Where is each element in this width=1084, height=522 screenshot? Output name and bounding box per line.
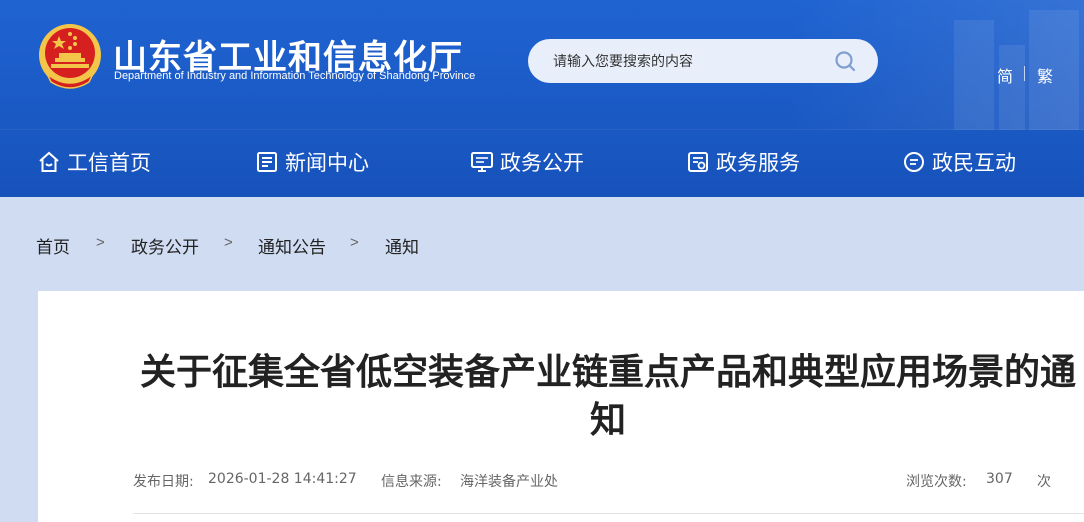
breadcrumb-separator: > (350, 234, 359, 251)
site-subtitle: Department of Industry and Information T… (114, 70, 476, 82)
publish-date-label: 发布日期: (133, 474, 194, 490)
nav-item-news[interactable]: 新闻中心 (255, 145, 369, 179)
service-icon (688, 152, 708, 172)
source-value: 海洋装备产业处 (460, 474, 558, 490)
nav-item-label: 政务服务 (716, 151, 800, 175)
chat-icon (904, 152, 924, 172)
home-icon (39, 151, 59, 172)
nav-item-label: 政民互动 (932, 151, 1016, 175)
nav-item-label: 政务公开 (500, 151, 584, 175)
views-count: 307 (986, 471, 1013, 487)
breadcrumb-public-affairs[interactable]: 政务公开 (131, 233, 199, 258)
nav-item-public-affairs[interactable]: 政务公开 (470, 145, 584, 179)
nav-item-home[interactable]: 工信首页 (37, 145, 151, 179)
search-input[interactable]: 请输入您要搜索的内容 (553, 51, 693, 71)
breadcrumb-home[interactable]: 首页 (36, 233, 70, 258)
article-title: 关于征集全省低空装备产业链重点产品和典型应用场景的通知 (139, 352, 1076, 441)
nav-item-services[interactable]: 政务服务 (686, 145, 800, 179)
nav-item-interaction[interactable]: 政民互动 (902, 145, 1016, 179)
lang-simplified-link[interactable]: 简 (997, 63, 1013, 87)
breadcrumb-notice[interactable]: 通知 (385, 233, 419, 258)
source-label: 信息来源: (381, 474, 442, 490)
breadcrumb-separator: > (96, 234, 105, 251)
site-header: 山东省工业和信息化厅 Department of Industry and In… (0, 0, 1084, 197)
breadcrumb-announcements[interactable]: 通知公告 (258, 233, 326, 258)
publish-date: 2026-01-28 14:41:27 (208, 471, 357, 487)
meta-divider (133, 513, 1084, 514)
national-emblem-icon[interactable] (37, 22, 103, 92)
newspaper-icon (257, 152, 277, 172)
nav-item-label: 新闻中心 (285, 151, 369, 175)
nav-divider (0, 129, 1084, 130)
views-unit: 次 (1037, 474, 1051, 490)
breadcrumb-separator: > (224, 234, 233, 251)
lang-traditional-link[interactable]: 繁 (1037, 63, 1053, 87)
article-panel: 关于征集全省低空装备产业链重点产品和典型应用场景的通知 发布日期: 2026-0… (38, 291, 1084, 522)
search-box[interactable]: 请输入您要搜索的内容 (528, 39, 878, 83)
nav-item-label: 工信首页 (67, 151, 151, 175)
views-label: 浏览次数: (906, 474, 967, 490)
lang-divider (1024, 66, 1025, 81)
search-icon[interactable] (834, 50, 856, 72)
monitor-icon (471, 152, 493, 172)
